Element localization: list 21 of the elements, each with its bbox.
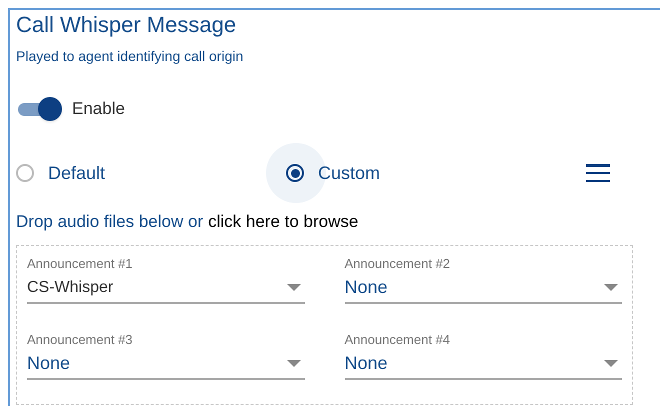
- caret-icon: [286, 284, 300, 291]
- panel-subtitle: Played to agent identifying call origin: [16, 47, 244, 66]
- drop-instructions: Drop audio files below or: [16, 211, 204, 233]
- select-label: Announcement #2: [344, 254, 452, 272]
- select-label: Announcement #3: [27, 330, 134, 348]
- radio-option[interactable]: Default: [16, 161, 106, 185]
- select-label: Announcement #4: [344, 330, 452, 348]
- select-field[interactable]: None: [27, 350, 304, 380]
- radio-option[interactable]: Custom: [286, 161, 380, 185]
- caret-icon: [286, 360, 300, 367]
- select-field[interactable]: None: [344, 274, 622, 304]
- caret-icon: [604, 360, 618, 367]
- toggle-label: Enable: [72, 98, 125, 120]
- select-field[interactable]: CS-Whisper: [27, 274, 304, 304]
- select-field[interactable]: None: [344, 350, 622, 380]
- browse-link[interactable]: click here to browse: [208, 209, 358, 234]
- caret-icon: [604, 284, 618, 291]
- select-label: Announcement #1: [27, 254, 134, 272]
- enable-toggle[interactable]: [16, 97, 62, 121]
- menu-icon[interactable]: [586, 164, 610, 182]
- panel-title: Call Whisper Message: [16, 12, 238, 38]
